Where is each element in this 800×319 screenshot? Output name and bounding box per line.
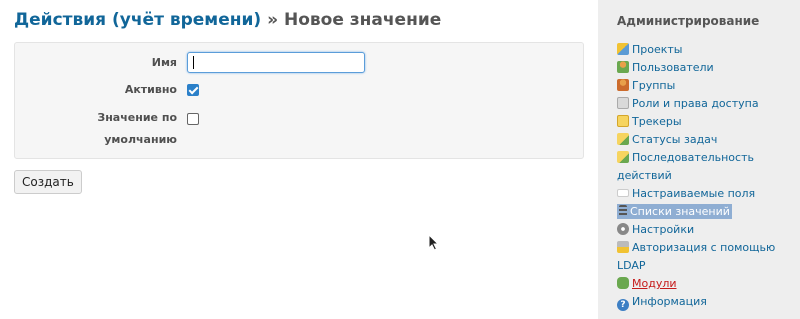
sidebar-item-label-line1[interactable]: Последовательность	[632, 151, 754, 164]
sidebar-item-label[interactable]: Трекеры	[632, 115, 682, 128]
sidebar-item-plugins[interactable]: Модули	[617, 275, 800, 293]
breadcrumb-separator: »	[261, 10, 284, 30]
roles-icon	[617, 97, 629, 109]
default-row: Значение по умолчанию	[15, 107, 583, 151]
admin-sidebar: Администрирование Проекты Пользователи Г…	[598, 0, 800, 319]
name-row: Имя	[15, 52, 583, 74]
selected-highlight: Списки значений	[617, 204, 732, 219]
sidebar-item-info[interactable]: ? Информация	[617, 293, 800, 311]
groups-icon	[617, 79, 629, 91]
sidebar-item-label[interactable]: Пользователи	[632, 61, 714, 74]
info-icon: ?	[617, 299, 629, 311]
sidebar-item-issue-statuses[interactable]: Статусы задач	[617, 131, 800, 149]
create-button[interactable]: Создать	[14, 170, 82, 194]
sidebar-item-label[interactable]: Информация	[632, 295, 707, 308]
breadcrumb-link-time-entry-activities[interactable]: Действия (учёт времени)	[14, 10, 261, 30]
admin-menu: Проекты Пользователи Группы Роли и права…	[617, 41, 800, 311]
sidebar-item-label-line1[interactable]: Авторизация с помощью	[632, 241, 775, 254]
page-title-text: Новое значение	[283, 10, 442, 30]
page-title: Действия (учёт времени) » Новое значение	[14, 8, 584, 32]
sidebar-title: Администрирование	[617, 14, 760, 28]
users-icon	[617, 61, 629, 73]
active-checkbox[interactable]	[187, 84, 199, 96]
name-input[interactable]	[187, 52, 365, 73]
trackers-icon	[617, 115, 629, 127]
name-label: Имя	[151, 56, 177, 69]
default-label: Значение по умолчанию	[17, 107, 177, 151]
sidebar-item-workflow[interactable]: Последовательность действий	[617, 149, 800, 185]
sidebar-item-settings[interactable]: Настройки	[617, 221, 800, 239]
main-content: Действия (учёт времени) » Новое значение…	[0, 0, 598, 319]
sidebar-item-label[interactable]: Статусы задач	[632, 133, 717, 146]
enumeration-form-box: Имя Активно Значение по умолчанию	[14, 42, 584, 159]
sidebar-item-label[interactable]: Модули	[632, 277, 677, 290]
mouse-pointer-icon	[428, 234, 440, 251]
custom-fields-icon	[617, 189, 629, 197]
sidebar-item-trackers[interactable]: Трекеры	[617, 113, 800, 131]
sidebar-item-label[interactable]: Роли и права доступа	[632, 97, 759, 110]
active-row: Активно	[15, 79, 583, 101]
sidebar-item-label[interactable]: Настраиваемые поля	[632, 187, 755, 200]
sidebar-item-label-line2[interactable]: действий	[617, 169, 672, 182]
sidebar-item-roles[interactable]: Роли и права доступа	[617, 95, 800, 113]
sidebar-item-projects[interactable]: Проекты	[617, 41, 800, 59]
sidebar-item-label[interactable]: Проекты	[632, 43, 683, 56]
sidebar-item-label-line2[interactable]: LDAP	[617, 259, 646, 272]
sidebar-item-label[interactable]: Группы	[632, 79, 675, 92]
default-checkbox[interactable]	[187, 113, 199, 125]
ldap-icon	[617, 241, 629, 253]
plugins-icon	[617, 277, 629, 289]
sidebar-item-users[interactable]: Пользователи	[617, 59, 800, 77]
sidebar-item-custom-fields[interactable]: Настраиваемые поля	[617, 185, 800, 203]
sidebar-item-enumerations[interactable]: Списки значений	[617, 203, 800, 221]
projects-icon	[617, 43, 629, 55]
enumerations-icon	[619, 205, 627, 217]
default-label-line2: умолчанию	[104, 133, 177, 146]
sidebar-item-groups[interactable]: Группы	[617, 77, 800, 95]
sidebar-item-label[interactable]: Списки значений	[630, 205, 730, 218]
issue-statuses-icon	[617, 133, 629, 145]
workflow-icon	[617, 151, 629, 163]
default-label-line1: Значение по	[97, 111, 177, 124]
sidebar-item-label[interactable]: Настройки	[632, 223, 694, 236]
active-label: Активно	[124, 83, 177, 96]
settings-icon	[617, 223, 629, 235]
sidebar-item-ldap[interactable]: Авторизация с помощью LDAP	[617, 239, 800, 275]
